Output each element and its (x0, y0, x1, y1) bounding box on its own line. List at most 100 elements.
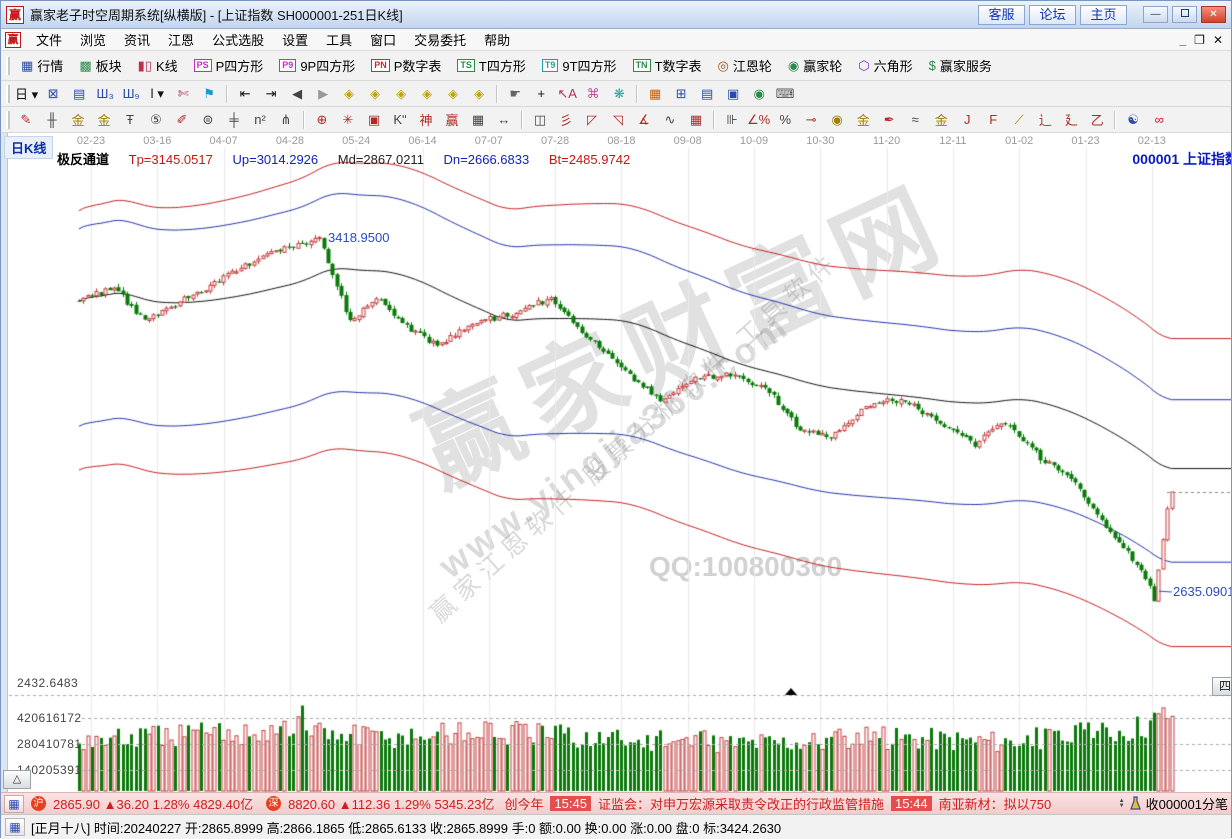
pencil-tool-button[interactable]: ✎ (14, 109, 38, 131)
pane-expand-button[interactable]: △ (3, 770, 31, 789)
gann-wheel-button[interactable]: ◎江恩轮 (710, 53, 780, 78)
child-close-button[interactable]: ✕ (1213, 33, 1223, 47)
marker-pen-tool-button[interactable]: ✒ (877, 109, 901, 131)
menu-item-5[interactable]: 设置 (273, 32, 317, 49)
maximize-button[interactable] (1172, 6, 1197, 23)
child-restore-button[interactable]: ❐ (1194, 33, 1205, 47)
save-button[interactable]: ▣ (721, 83, 745, 105)
first-bar-button[interactable]: ⇤ (233, 83, 257, 105)
mirror-tool-button[interactable]: ⋔ (274, 109, 298, 131)
zhe-line-tool-button[interactable]: 辶 (1033, 109, 1057, 131)
mesh-tool-button[interactable]: ▦ (684, 109, 708, 131)
zoom-diamond-4-button[interactable]: ◈ (415, 83, 439, 105)
homepage-button[interactable]: 主页 (1080, 5, 1127, 25)
compass-tool-button[interactable]: ⊜ (196, 109, 220, 131)
bars-3-button[interactable]: Ш₃ (93, 83, 117, 105)
p9-square-button[interactable]: P99P四方形 (271, 53, 363, 78)
diag-box-tool-button[interactable]: ◸ (580, 109, 604, 131)
wave-tool-button[interactable]: ∿ (658, 109, 682, 131)
zoom-area-button[interactable]: ⊠ (41, 83, 65, 105)
gold-vline-tool-button[interactable]: 金 (929, 109, 953, 131)
period-tab-daily[interactable]: 日K线 (4, 136, 53, 159)
close-button[interactable]: ✕ (1201, 6, 1226, 23)
ray-fan-tool-button[interactable]: 彡 (554, 109, 578, 131)
crosshair-tool-button[interactable]: + (529, 83, 553, 105)
zoom-diamond-3-button[interactable]: ◈ (389, 83, 413, 105)
ticker-spinner[interactable]: ▲▼ (1119, 799, 1125, 809)
approx-tool-button[interactable]: ≈ (903, 109, 927, 131)
brush-tool-button[interactable]: ✐ (170, 109, 194, 131)
menu-item-4[interactable]: 公式选股 (203, 32, 273, 49)
sectors-button[interactable]: ▩板块 (71, 53, 129, 78)
ting-line-tool-button[interactable]: 廴 (1059, 109, 1083, 131)
t-number-button[interactable]: TNT数字表 (625, 53, 710, 78)
select-annotate-button[interactable]: ↖A (555, 83, 579, 105)
gold-hline-tool-button[interactable]: 金 (851, 109, 875, 131)
news-headline-2[interactable]: 南亚新材：拟以750 (939, 794, 1052, 813)
report-button[interactable]: ▤ (695, 83, 719, 105)
hexagon-button[interactable]: ⬡六角形 (850, 53, 920, 78)
signal-flag-button[interactable]: ⚑ (197, 83, 221, 105)
gold-section2-tool-button[interactable]: 金 (92, 109, 116, 131)
winner-service-button[interactable]: $赢家服务 (921, 53, 1000, 78)
kline-chart-canvas[interactable] (1, 133, 1231, 792)
span-measure-tool-button[interactable]: ↔ (492, 109, 516, 131)
four-pane-button[interactable]: 四 (1212, 677, 1231, 696)
hatch-tool-button[interactable]: ╫ (40, 109, 64, 131)
web-export-button[interactable]: ◉ (747, 83, 771, 105)
kline-button[interactable]: ▮▯K线 (130, 53, 186, 78)
customer-service-button[interactable]: 客服 (978, 5, 1025, 25)
percent-tool-button[interactable]: % (773, 109, 797, 131)
target-circle-tool-button[interactable]: ⊕ (310, 109, 334, 131)
zoom-diamond-1-button[interactable]: ◈ (337, 83, 361, 105)
n-square-tool-button[interactable]: n² (248, 109, 272, 131)
tick-data-label[interactable]: 收000001分笔 (1146, 794, 1228, 813)
menu-item-9[interactable]: 帮助 (475, 32, 519, 49)
menu-item-7[interactable]: 窗口 (361, 32, 405, 49)
yi-line-tool-button[interactable]: 乙 (1085, 109, 1109, 131)
shen-marker-tool-button[interactable]: 神 (414, 109, 438, 131)
yinyang-button[interactable]: ☯ (1121, 109, 1145, 131)
zoom-diamond-6-button[interactable]: ◈ (467, 83, 491, 105)
numbered-grid-tool-button[interactable]: ▦ (466, 109, 490, 131)
child-minimize-button[interactable]: _ (1179, 33, 1186, 47)
zoom-diamond-2-button[interactable]: ◈ (363, 83, 387, 105)
print-button[interactable]: ⌨ (773, 83, 797, 105)
p-number-button[interactable]: PNP数字表 (363, 53, 449, 78)
period-day-dropdown-button[interactable]: 日 ▾ (14, 83, 39, 105)
f-line-tool-button[interactable]: F (981, 109, 1005, 131)
star-burst-tool-button[interactable]: ✳ (336, 109, 360, 131)
detail-list-button[interactable]: ▤ (67, 83, 91, 105)
infinity-button[interactable]: ∞ (1147, 109, 1171, 131)
circle5-tool-button[interactable]: ⑤ (144, 109, 168, 131)
percent-line-tool-button[interactable]: ⊸ (799, 109, 823, 131)
brain-tool-button[interactable]: ❋ (607, 83, 631, 105)
p-square-button[interactable]: PSP四方形 (186, 53, 272, 78)
forum-button[interactable]: 论坛 (1029, 5, 1076, 25)
prev-bar-button[interactable]: ◀ (285, 83, 309, 105)
angle-line-tool-button[interactable]: ∡ (632, 109, 656, 131)
angle-percent-tool-button[interactable]: ∠% (746, 109, 771, 131)
menu-item-3[interactable]: 江恩 (159, 32, 203, 49)
f-grid-tool-button[interactable]: Ŧ (118, 109, 142, 131)
menu-item-6[interactable]: 工具 (317, 32, 361, 49)
winner-wheel-button[interactable]: ◉赢家轮 (780, 53, 850, 78)
last-bar-button[interactable]: ⇥ (259, 83, 283, 105)
bars-9-button[interactable]: Ш₉ (119, 83, 143, 105)
gann-pink-tool-button[interactable]: ⌘ (581, 83, 605, 105)
zoom-diamond-5-button[interactable]: ◈ (441, 83, 465, 105)
hand-tool-button[interactable]: ☛ (503, 83, 527, 105)
k-prime-tool-button[interactable]: Kʺ (388, 109, 412, 131)
j-line-tool-button[interactable]: J (955, 109, 979, 131)
gold-section-tool-button[interactable]: 金 (66, 109, 90, 131)
menu-item-0[interactable]: 文件 (27, 32, 71, 49)
calculator-button[interactable]: ⊞ (669, 83, 693, 105)
calendar-button[interactable]: ▦ (643, 83, 667, 105)
menu-item-8[interactable]: 交易委托 (405, 32, 475, 49)
minimize-button[interactable]: — (1143, 6, 1168, 23)
menu-item-2[interactable]: 资讯 (115, 32, 159, 49)
t-square-button[interactable]: TST四方形 (449, 53, 533, 78)
candle-style-dropdown-button[interactable]: ǀ ▾ (145, 83, 169, 105)
t9-square-button[interactable]: T99T四方形 (534, 53, 625, 78)
quotes-button[interactable]: ▦行情 (13, 53, 71, 78)
